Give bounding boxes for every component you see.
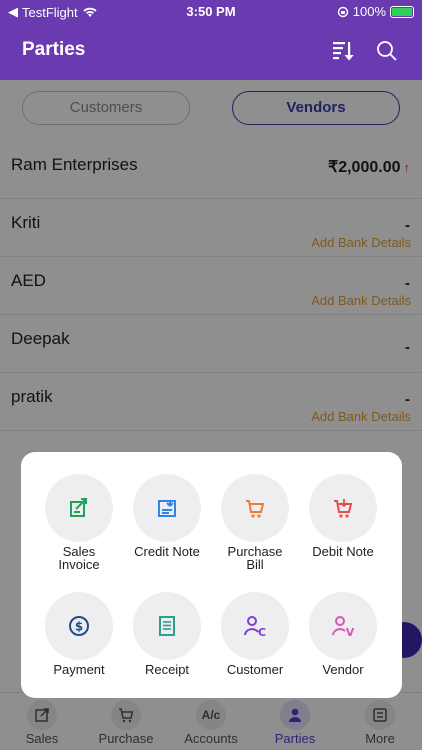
- action-payment[interactable]: $ Payment: [34, 592, 124, 676]
- action-label: Payment: [53, 662, 105, 677]
- purchase-bill-icon: [221, 474, 289, 542]
- search-icon[interactable]: [374, 38, 400, 64]
- battery-icon: [390, 5, 414, 18]
- battery-percent: 100%: [352, 4, 386, 19]
- action-debit-note[interactable]: Debit Note: [298, 474, 388, 558]
- svg-text:V: V: [346, 626, 355, 637]
- action-label: Credit Note: [134, 544, 200, 559]
- action-credit-note[interactable]: Credit Note: [122, 474, 212, 558]
- debit-note-icon: [309, 474, 377, 542]
- action-label: Receipt: [144, 662, 190, 677]
- action-label: Vendor: [322, 662, 364, 677]
- vendor-icon: V: [309, 592, 377, 660]
- payment-icon: $: [45, 592, 113, 660]
- action-vendor[interactable]: V Vendor: [298, 592, 388, 676]
- page-title: Parties: [22, 39, 86, 60]
- status-right: 100%: [337, 4, 414, 19]
- receipt-icon: [133, 592, 201, 660]
- app-bar: Parties: [0, 22, 422, 80]
- customer-icon: C: [221, 592, 289, 660]
- svg-text:$: $: [75, 620, 83, 634]
- credit-note-icon: [133, 474, 201, 542]
- action-receipt[interactable]: Receipt: [122, 592, 212, 676]
- quick-actions-sheet: Sales Invoice Credit Note Purchase Bill …: [21, 452, 402, 698]
- orientation-lock-icon: [337, 6, 348, 17]
- status-bar: ◀ TestFlight 3:50 PM 100%: [0, 0, 422, 22]
- action-sales-invoice[interactable]: Sales Invoice: [34, 474, 124, 571]
- sales-invoice-icon: [45, 474, 113, 542]
- action-customer[interactable]: C Customer: [210, 592, 300, 676]
- action-label: Sales Invoice: [58, 544, 100, 572]
- sort-icon[interactable]: [330, 38, 356, 64]
- svg-text:C: C: [258, 626, 266, 637]
- action-purchase-bill[interactable]: Purchase Bill: [210, 474, 300, 571]
- action-label: Customer: [226, 662, 284, 677]
- action-label: Debit Note: [312, 544, 374, 559]
- action-label: Purchase Bill: [227, 544, 283, 572]
